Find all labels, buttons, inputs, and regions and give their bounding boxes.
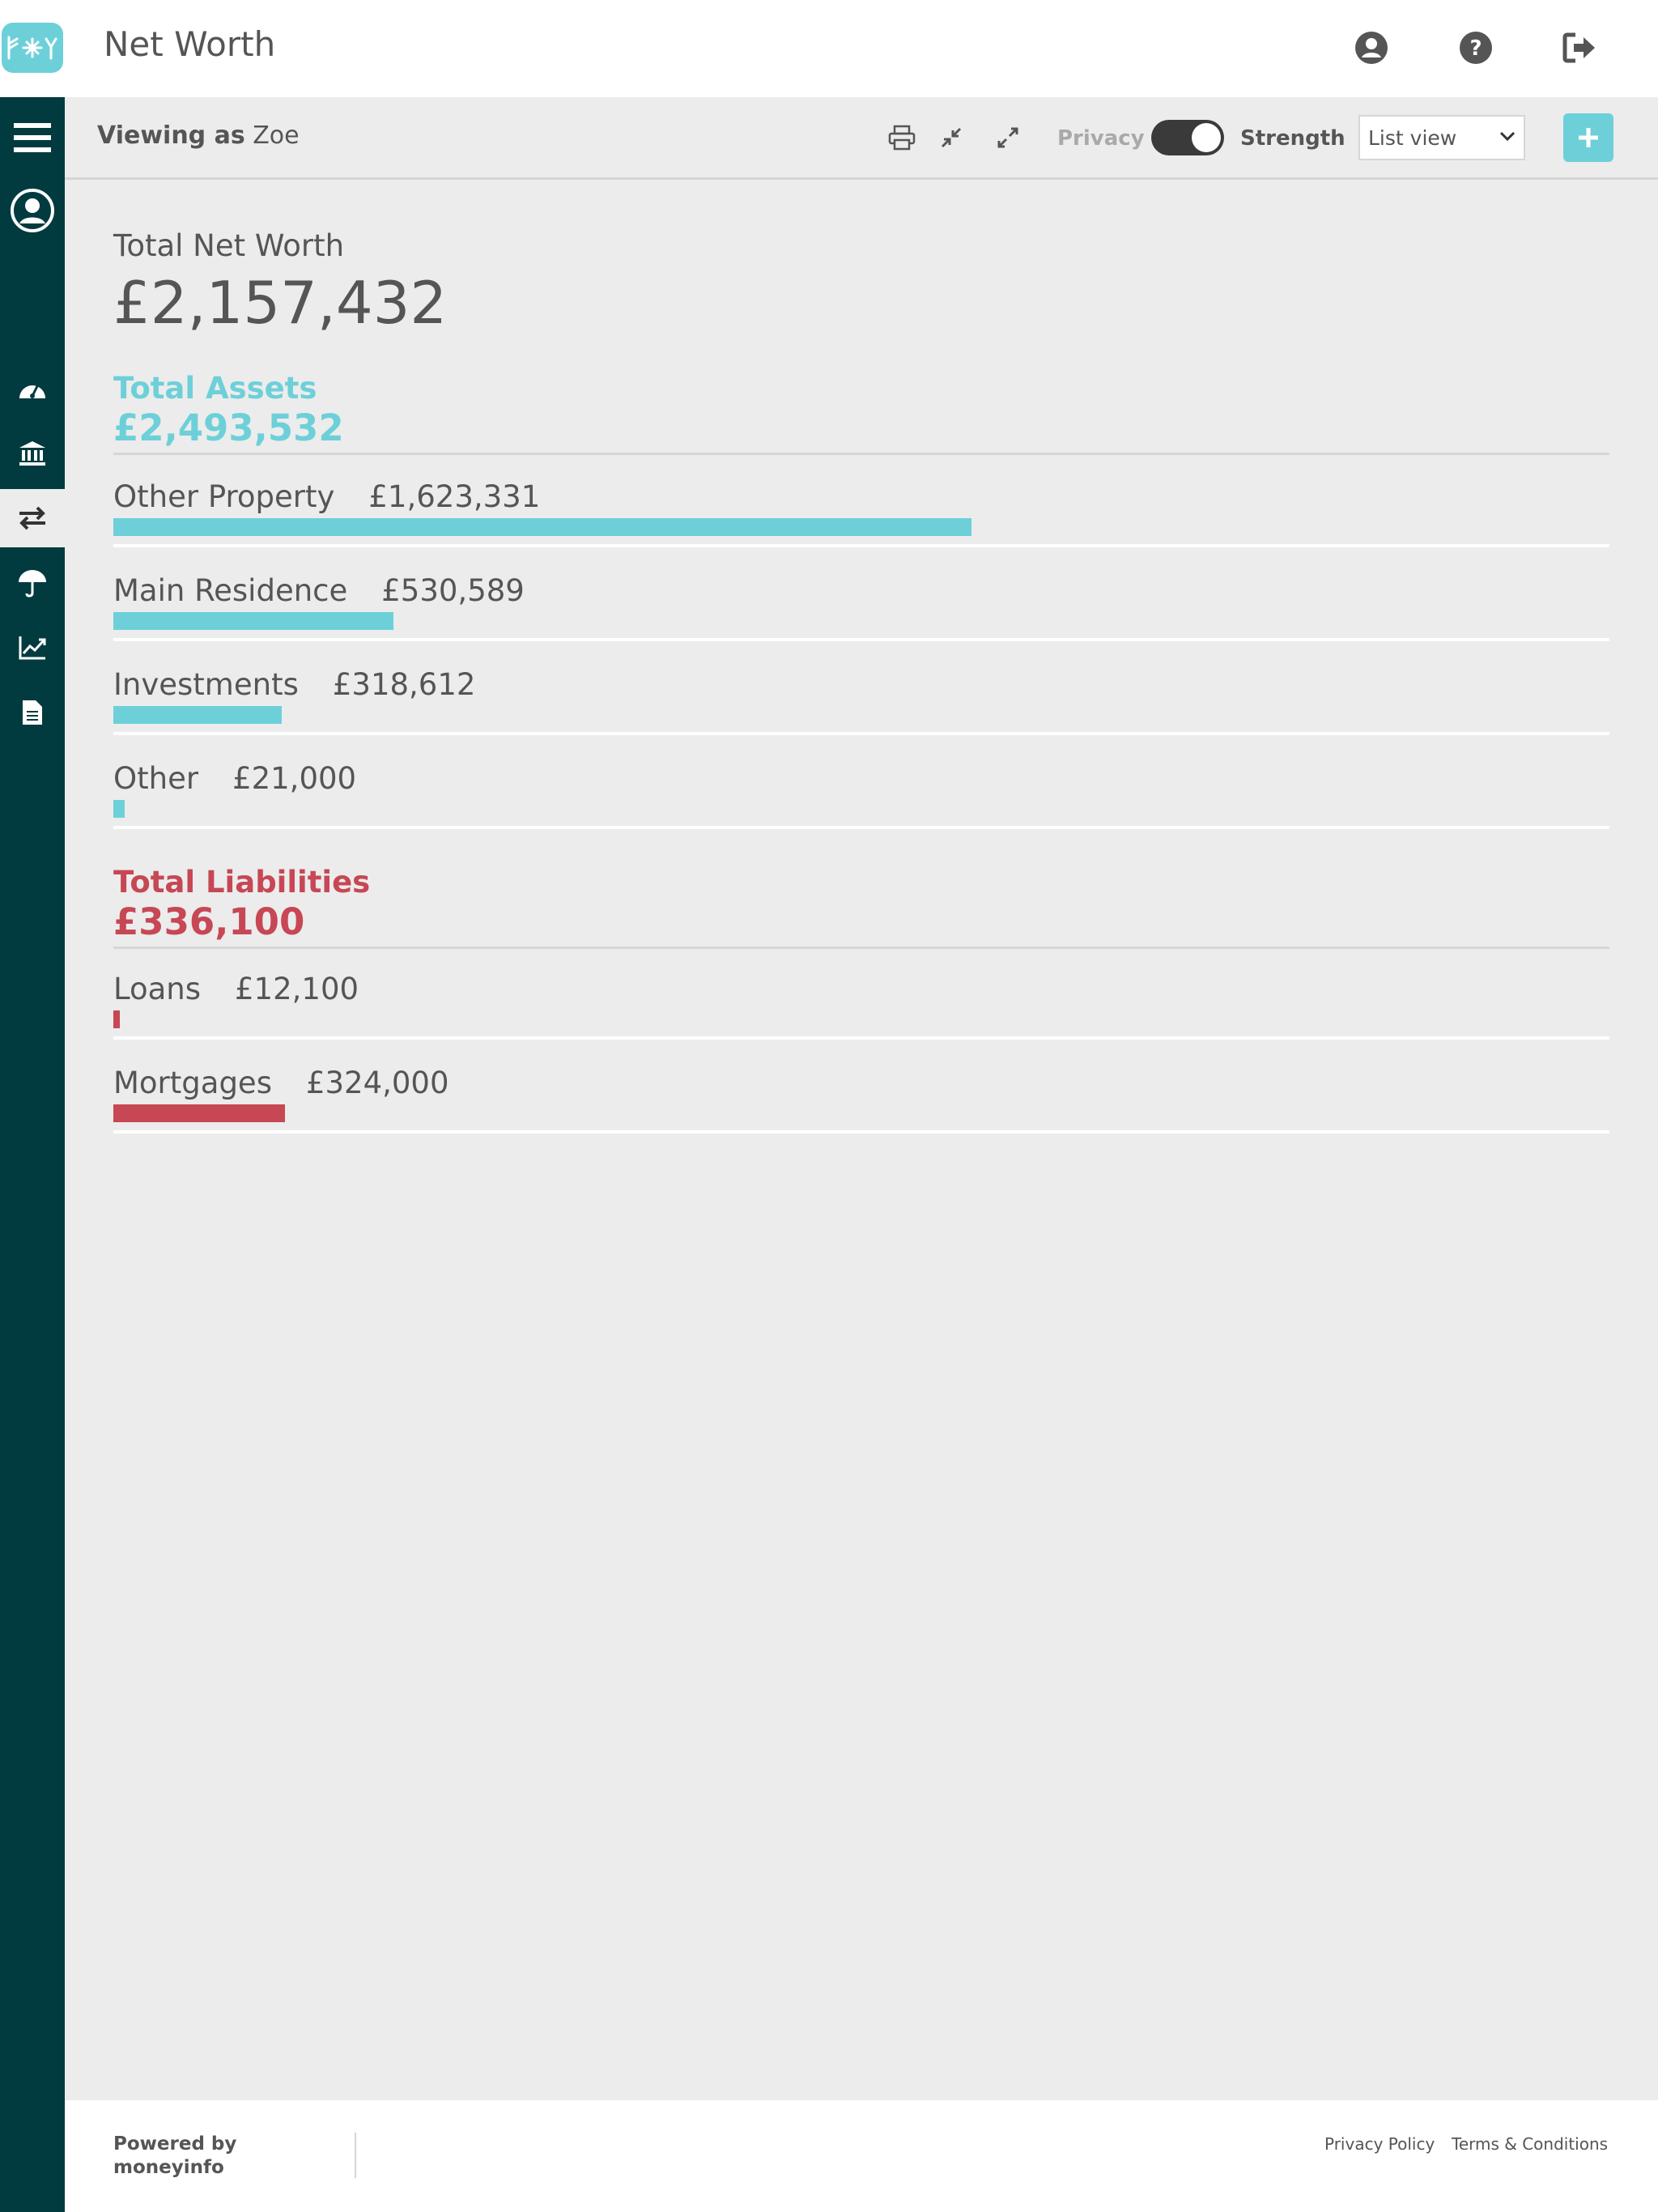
page-title: Net Worth (104, 24, 276, 64)
row-amount: £12,100 (235, 972, 359, 1006)
bank-icon (19, 441, 45, 466)
privacy-policy-link[interactable]: Privacy Policy (1324, 2134, 1435, 2154)
footer-divider (355, 2133, 356, 2178)
liabilities-title: Total Liabilities (113, 865, 371, 900)
powered-by-label: Powered by (113, 2133, 237, 2155)
top-header: Net Worth ? (0, 0, 1658, 97)
umbrella-icon (19, 570, 46, 598)
divider (113, 638, 1609, 641)
app-logo[interactable] (2, 23, 63, 73)
view-select[interactable]: List view (1358, 115, 1525, 160)
row-name: Loans (113, 972, 202, 1006)
help-icon[interactable]: ? (1457, 29, 1494, 66)
row-name: Main Residence (113, 573, 348, 608)
row-name: Other Property (113, 479, 335, 514)
chevron-down-icon (1499, 131, 1516, 142)
assets-total: £2,493,532 (113, 406, 344, 449)
asset-bar (113, 706, 282, 724)
liability-bar (113, 1010, 120, 1028)
sidebar-item-net-worth[interactable] (0, 489, 65, 547)
row-name: Other (113, 761, 199, 796)
net-worth-label: Total Net Worth (113, 228, 345, 263)
sidebar-item-menu[interactable] (0, 108, 65, 167)
hamburger-icon (14, 123, 51, 152)
assets-title: Total Assets (113, 371, 317, 406)
row-label: Other Property £1,623,331 (113, 479, 540, 514)
user-circle-icon[interactable] (1353, 29, 1390, 66)
row-label: Investments £318,612 (113, 667, 475, 702)
row-name: Mortgages (113, 1066, 272, 1100)
row-label: Other £21,000 (113, 761, 356, 796)
row-label: Loans £12,100 (113, 972, 359, 1006)
plus-icon (1579, 128, 1598, 147)
logo-mark-icon (7, 36, 57, 60)
sidebar-item-protection[interactable] (0, 554, 65, 612)
row-label: Main Residence £530,589 (113, 573, 525, 608)
divider (113, 1130, 1609, 1134)
privacy-strength-toggle[interactable] (1151, 120, 1224, 155)
print-icon[interactable] (886, 121, 918, 154)
view-select-value: List view (1368, 126, 1457, 150)
powered-by: Powered by moneyinfo (113, 2133, 236, 2180)
divider (113, 544, 1609, 547)
viewing-as-label: Viewing as (97, 121, 245, 150)
asset-bar (113, 800, 125, 818)
user-circle-icon (11, 189, 54, 232)
row-amount: £21,000 (232, 761, 357, 796)
divider (113, 453, 1609, 455)
divider (113, 732, 1609, 735)
sidebar-item-documents[interactable] (0, 683, 65, 742)
row-name: Investments (113, 667, 299, 702)
toggle-knob (1192, 123, 1221, 152)
sidebar-item-investments[interactable] (0, 619, 65, 677)
expand-icon[interactable] (992, 121, 1024, 154)
svg-text:?: ? (1469, 36, 1482, 61)
strength-label: Strength (1240, 126, 1346, 151)
liabilities-total: £336,100 (113, 900, 305, 943)
sidebar-item-profile[interactable] (0, 181, 65, 240)
net-worth-value: £2,157,432 (113, 269, 448, 337)
toolbar: Viewing as Zoe Privacy Strength List vie… (65, 97, 1658, 180)
gauge-icon (19, 384, 45, 398)
footer: Powered by moneyinfo Privacy Policy Term… (65, 2100, 1658, 2212)
viewing-as-name: Zoe (253, 121, 300, 150)
transfer-arrows-icon (19, 506, 45, 530)
row-label: Mortgages £324,000 (113, 1066, 449, 1100)
row-amount: £1,623,331 (368, 479, 541, 514)
compress-icon[interactable] (935, 121, 967, 154)
sidebar-item-dashboard[interactable] (0, 359, 65, 418)
asset-bar (113, 518, 971, 536)
terms-link[interactable]: Terms & Conditions (1452, 2134, 1608, 2154)
divider (113, 1036, 1609, 1040)
divider (113, 946, 1609, 949)
row-amount: £318,612 (332, 667, 476, 702)
sign-out-icon[interactable] (1562, 29, 1599, 66)
sidebar-item-accounts[interactable] (0, 424, 65, 483)
row-amount: £324,000 (305, 1066, 449, 1100)
document-icon (23, 700, 42, 725)
asset-bar (113, 612, 393, 630)
add-button[interactable] (1563, 113, 1613, 162)
liability-bar (113, 1104, 285, 1122)
privacy-label: Privacy (1057, 126, 1145, 151)
chart-line-icon (19, 636, 46, 660)
row-amount: £530,589 (381, 573, 525, 608)
powered-by-brand: moneyinfo (113, 2157, 224, 2178)
divider (113, 826, 1609, 829)
viewing-as: Viewing as Zoe (97, 121, 300, 150)
sidebar (0, 97, 65, 2212)
